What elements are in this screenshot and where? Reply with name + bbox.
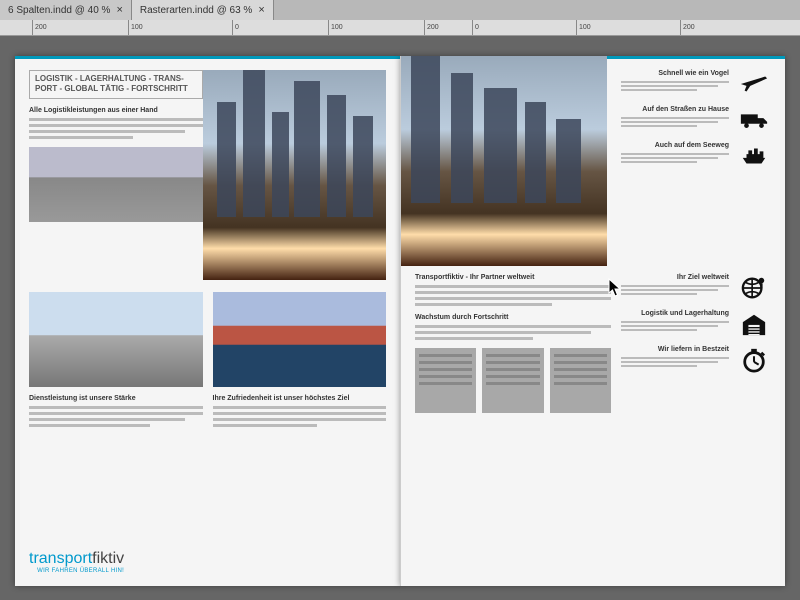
image-truck[interactable] bbox=[29, 292, 203, 387]
tab-label: 6 Spalten.indd @ 40 % bbox=[8, 5, 110, 16]
feature-column-side: Ihr Ziel weltweit Logistik und Lagerhalt… bbox=[621, 274, 771, 413]
image-ship[interactable] bbox=[213, 292, 387, 387]
image-hero-city-right[interactable] bbox=[401, 56, 607, 266]
subheading: Transportfiktiv - Ihr Partner weltweit bbox=[415, 274, 611, 281]
workspace: LOGISTIK - LAGERHALTUNG - TRANS-PORT - G… bbox=[0, 36, 800, 600]
feature-item: Schnell wie ein Vogel bbox=[621, 70, 771, 98]
ruler-mark: 0 bbox=[232, 20, 239, 35]
close-icon[interactable]: × bbox=[116, 4, 122, 16]
page-left[interactable]: LOGISTIK - LAGERHALTUNG - TRANS-PORT - G… bbox=[15, 56, 400, 586]
headline-box[interactable]: LOGISTIK - LAGERHALTUNG - TRANS-PORT - G… bbox=[29, 70, 203, 99]
subheading: Ihre Zufriedenheit ist unser höchstes Zi… bbox=[213, 395, 387, 402]
feature-item: Wir liefern in Bestzeit bbox=[621, 346, 771, 374]
feature-heading: Schnell wie ein Vogel bbox=[621, 70, 729, 77]
close-icon[interactable]: × bbox=[258, 4, 264, 16]
airplane-icon bbox=[737, 70, 771, 98]
image-airplane[interactable] bbox=[29, 147, 203, 222]
logo: transportfiktiv WIR FAHREN ÜBERALL HIN! bbox=[29, 550, 124, 574]
body-text bbox=[213, 406, 387, 427]
logo-word-2: fiktiv bbox=[92, 550, 124, 567]
horizontal-ruler[interactable]: 200 100 0 100 200 0 100 200 bbox=[0, 20, 800, 36]
ruler-mark: 100 bbox=[328, 20, 343, 35]
logo-tagline: WIR FAHREN ÜBERALL HIN! bbox=[29, 568, 124, 574]
warehouse-icon bbox=[737, 310, 771, 338]
feature-heading: Auch auf dem Seeweg bbox=[621, 142, 729, 149]
tab-label: Rasterarten.indd @ 63 % bbox=[140, 5, 252, 16]
globe-icon bbox=[737, 274, 771, 302]
document-spread: LOGISTIK - LAGERHALTUNG - TRANS-PORT - G… bbox=[15, 56, 785, 586]
subheading: Dienstleistung ist unsere Stärke bbox=[29, 395, 203, 402]
ruler-mark: 200 bbox=[424, 20, 439, 35]
body-text bbox=[29, 406, 203, 427]
subheading: Alle Logistikleistungen aus einer Hand bbox=[29, 107, 203, 114]
ruler-mark: 100 bbox=[576, 20, 591, 35]
ship-icon bbox=[737, 142, 771, 170]
ruler-mark: 200 bbox=[680, 20, 695, 35]
data-block bbox=[550, 348, 611, 413]
image-hero-city[interactable] bbox=[203, 70, 387, 280]
document-tab[interactable]: Rasterarten.indd @ 63 % × bbox=[132, 0, 274, 20]
mid-column: Transportfiktiv - Ihr Partner weltweit W… bbox=[415, 274, 611, 413]
body-text bbox=[415, 325, 611, 340]
ruler-mark: 100 bbox=[128, 20, 143, 35]
feature-item: Auf den Straßen zu Hause bbox=[621, 106, 771, 134]
data-columns bbox=[415, 348, 611, 413]
feature-heading: Wir liefern in Bestzeit bbox=[621, 346, 729, 353]
truck-icon bbox=[737, 106, 771, 134]
feature-item: Auch auf dem Seeweg bbox=[621, 142, 771, 170]
stopwatch-icon bbox=[737, 346, 771, 374]
ruler-mark: 0 bbox=[472, 20, 479, 35]
body-text bbox=[415, 285, 611, 306]
ruler-mark: 200 bbox=[32, 20, 47, 35]
feature-heading: Ihr Ziel weltweit bbox=[621, 274, 729, 281]
data-block bbox=[482, 348, 543, 413]
body-text bbox=[29, 118, 203, 139]
feature-item: Ihr Ziel weltweit bbox=[621, 274, 771, 302]
feature-heading: Logistik und Lagerhaltung bbox=[621, 310, 729, 317]
page-right[interactable]: Schnell wie ein Vogel Auf den Straßen zu… bbox=[400, 56, 785, 586]
feature-item: Logistik und Lagerhaltung bbox=[621, 310, 771, 338]
document-tab[interactable]: 6 Spalten.indd @ 40 % × bbox=[0, 0, 132, 20]
logo-word-1: transport bbox=[29, 550, 92, 567]
data-block bbox=[415, 348, 476, 413]
feature-column-top: Schnell wie ein Vogel Auf den Straßen zu… bbox=[621, 70, 771, 178]
subheading: Wachstum durch Fortschritt bbox=[415, 314, 611, 321]
feature-heading: Auf den Straßen zu Hause bbox=[621, 106, 729, 113]
document-tab-bar: 6 Spalten.indd @ 40 % × Rasterarten.indd… bbox=[0, 0, 800, 20]
